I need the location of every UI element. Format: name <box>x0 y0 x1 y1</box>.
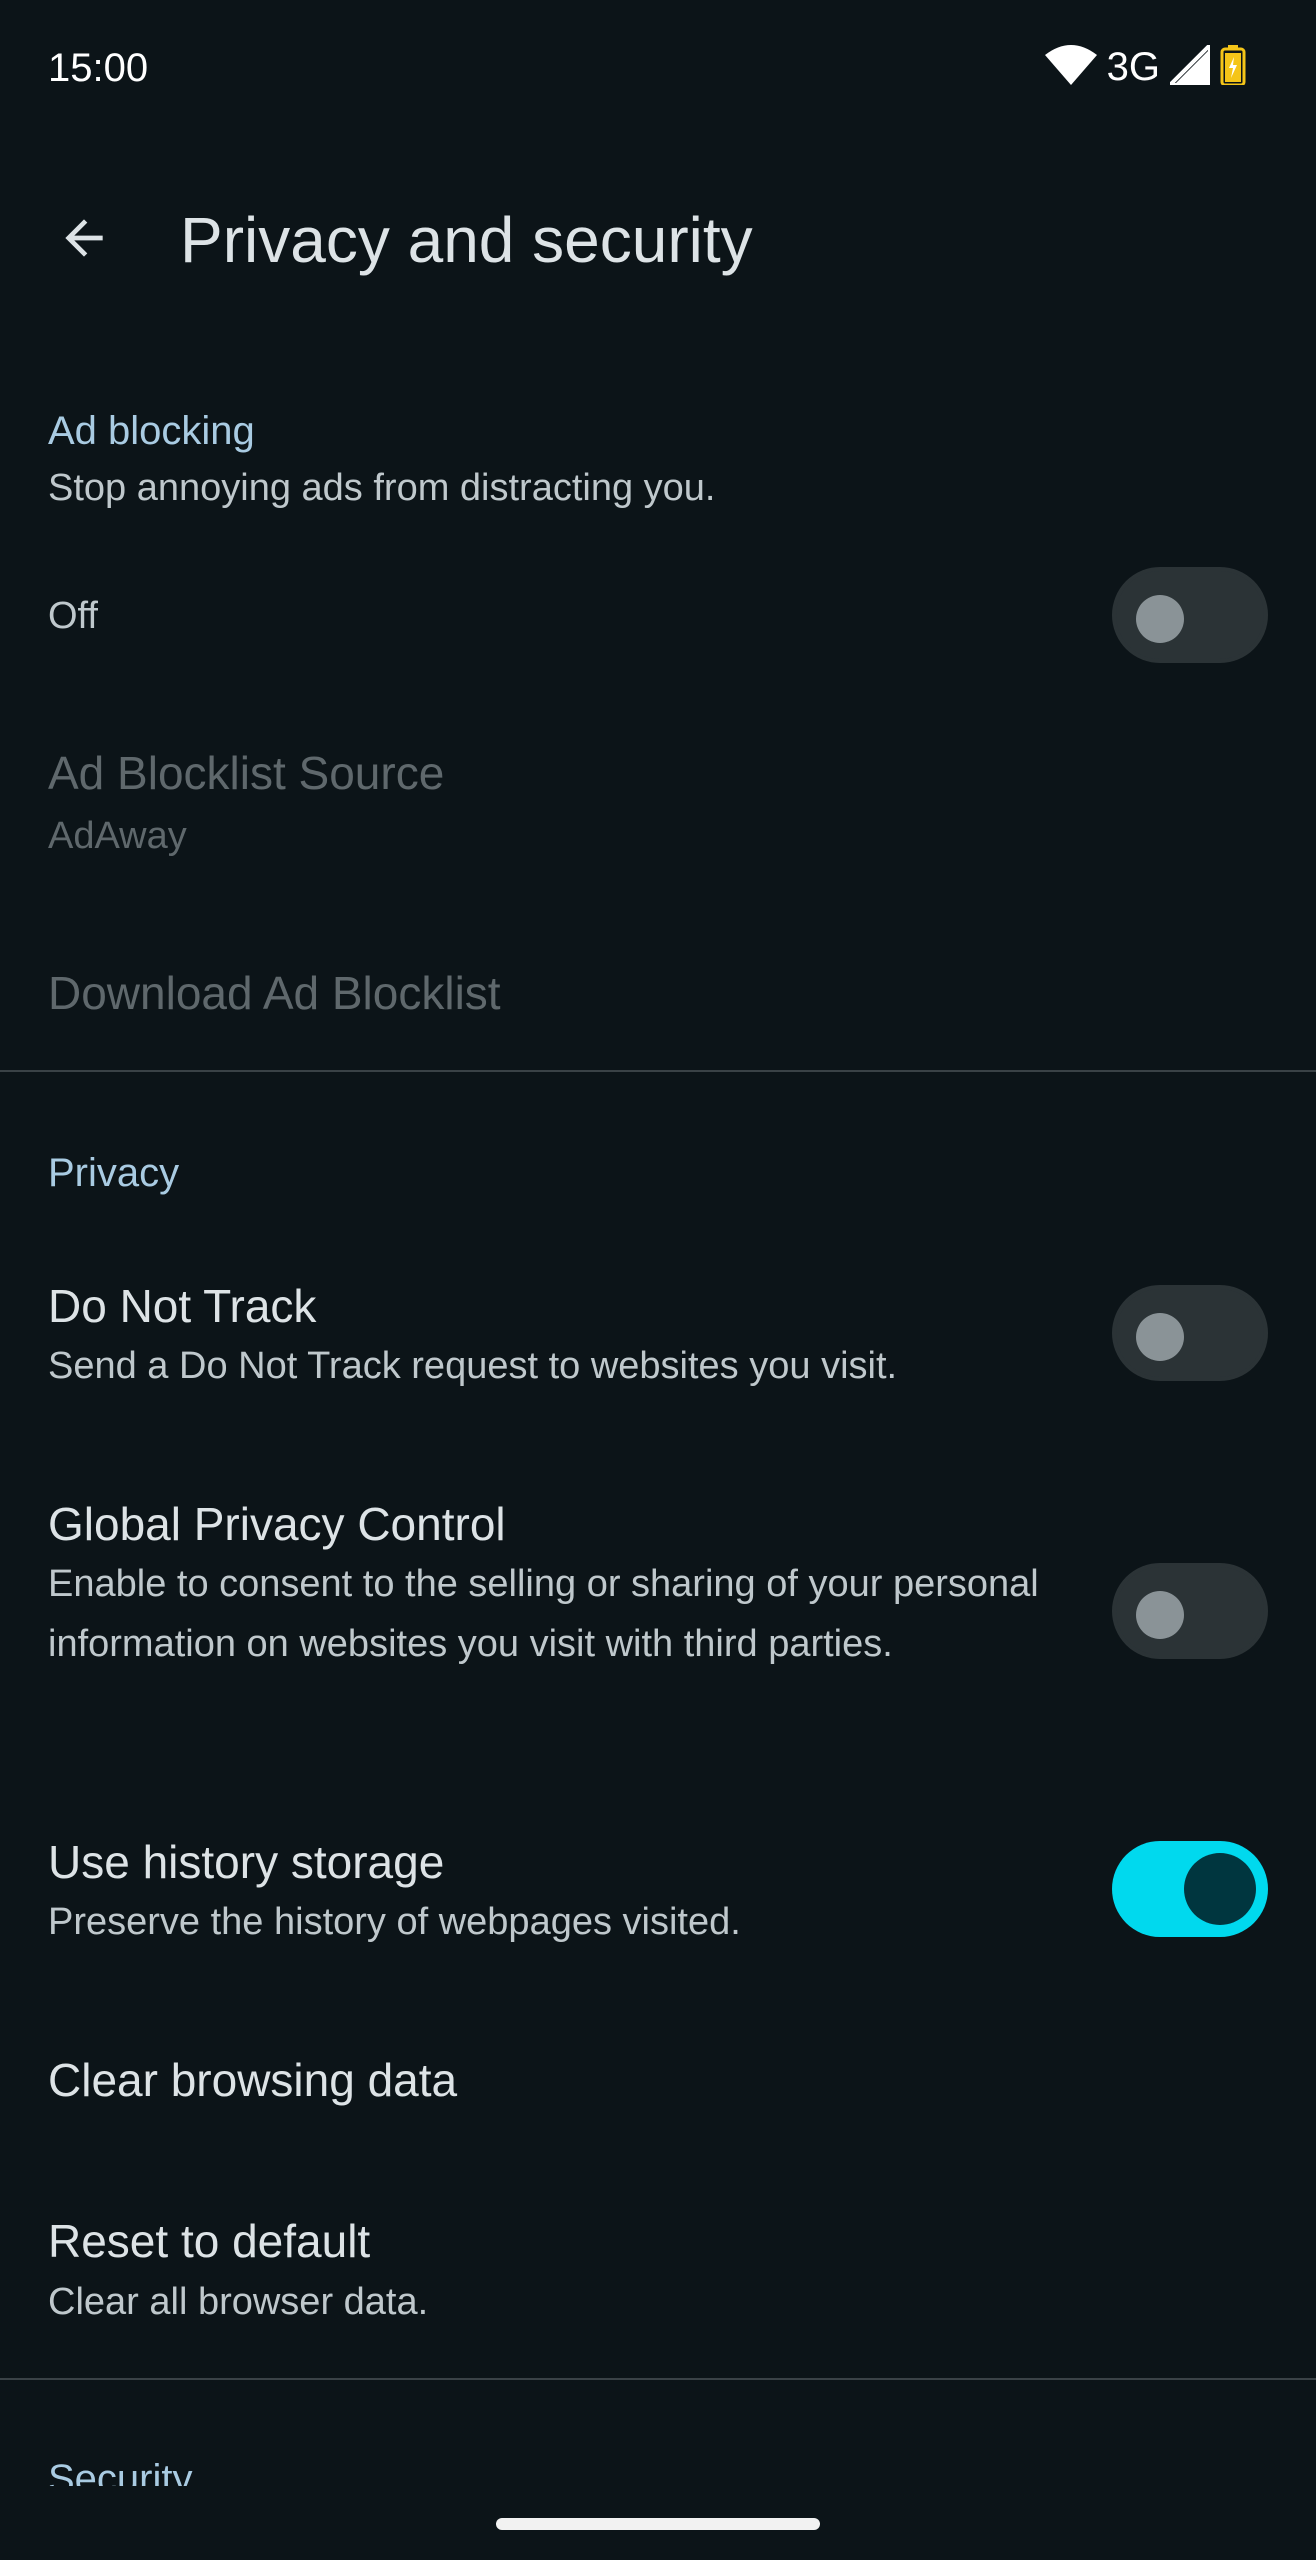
wifi-icon <box>1044 44 1097 90</box>
global-privacy-control-summary: Enable to consent to the selling or shar… <box>48 1563 1039 1665</box>
ad-blocking-description: Stop annoying ads from distracting you. <box>48 467 716 509</box>
global-privacy-control-switch[interactable] <box>1112 1563 1268 1659</box>
use-history-storage-summary: Preserve the history of webpages visited… <box>48 1901 741 1943</box>
use-history-storage-switch[interactable] <box>1112 1841 1268 1937</box>
use-history-storage-title[interactable]: Use history storage <box>48 1831 444 1893</box>
do-not-track-summary: Send a Do Not Track request to websites … <box>48 1345 898 1387</box>
divider <box>0 2378 1316 2380</box>
page-title: Privacy and security <box>180 204 753 276</box>
switch-thumb <box>1136 1313 1184 1361</box>
ad-blocklist-source-value: AdAway <box>48 815 187 857</box>
switch-thumb <box>1184 1853 1256 1925</box>
status-bar: 15:00 3G <box>0 0 1316 136</box>
clear-browsing-data[interactable]: Clear browsing data <box>48 2049 457 2111</box>
app-bar: Privacy and security <box>0 160 1316 310</box>
do-not-track-switch[interactable] <box>1112 1285 1268 1381</box>
divider <box>0 1070 1316 1072</box>
switch-thumb <box>1136 1591 1184 1639</box>
global-privacy-control-title[interactable]: Global Privacy Control <box>48 1493 506 1555</box>
battery-icon <box>1220 44 1246 90</box>
reset-to-default-summary: Clear all browser data. <box>48 2281 429 2323</box>
section-header-ad-blocking: Ad blocking <box>48 409 255 453</box>
switch-thumb <box>1136 595 1184 643</box>
back-button[interactable] <box>44 200 124 280</box>
home-indicator[interactable] <box>496 2518 820 2530</box>
reset-to-default-title[interactable]: Reset to default <box>48 2210 370 2272</box>
ad-blocking-switch[interactable] <box>1112 567 1268 663</box>
network-type: 3G <box>1106 45 1160 89</box>
section-header-security: Security <box>48 2457 193 2486</box>
download-ad-blocklist[interactable]: Download Ad Blocklist <box>48 962 501 1024</box>
ad-blocking-toggle-label[interactable]: Off <box>48 586 1068 646</box>
security-header-clip: Security <box>0 2440 1316 2486</box>
section-header-privacy: Privacy <box>48 1151 180 1195</box>
cell-signal-icon <box>1165 39 1212 90</box>
arrow-back-icon <box>56 210 112 271</box>
status-time: 15:00 <box>48 46 149 90</box>
ad-blocklist-source-title[interactable]: Ad Blocklist Source <box>48 742 444 804</box>
do-not-track-title[interactable]: Do Not Track <box>48 1275 316 1337</box>
status-icons: 3G <box>1044 39 1246 92</box>
